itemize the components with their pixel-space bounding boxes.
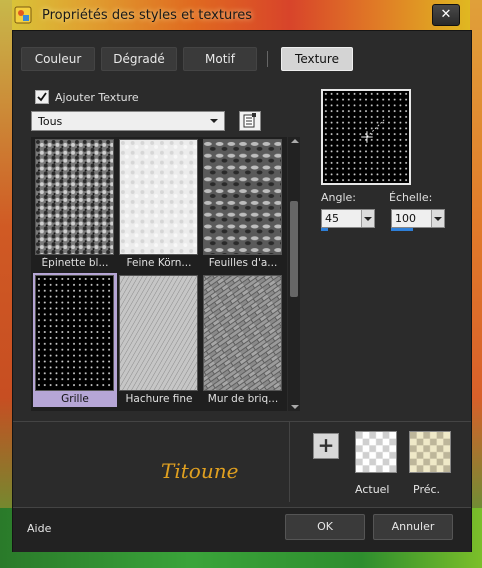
texture-thumbnail (203, 139, 282, 255)
angle-spinner[interactable]: 45 (321, 209, 375, 228)
scale-value: 100 (395, 212, 416, 225)
texture-item[interactable]: Hachure fine (117, 273, 201, 407)
texture-thumbnail (119, 275, 198, 391)
scale-label: Échelle: (389, 191, 433, 204)
texture-browse-icon[interactable] (239, 111, 261, 131)
tab-couleur[interactable]: Couleur (21, 47, 95, 71)
angle-value: 45 (325, 212, 339, 225)
texture-item-label: Feine Körn... (126, 257, 192, 269)
texture-category-select[interactable]: Tous (31, 111, 225, 131)
tab-texture[interactable]: Texture (281, 47, 353, 71)
texture-item[interactable]: Mur de briq... (201, 273, 285, 407)
current-swatch-label: Actuel (355, 483, 390, 496)
texture-grid: Épinette bl... Feine Körn... Feuilles d'… (31, 137, 287, 411)
angle-slider-fill[interactable] (321, 228, 328, 231)
scale-spinner[interactable]: 100 (391, 209, 445, 228)
app-icon (14, 6, 32, 24)
previous-swatch-label: Préc. (413, 483, 441, 496)
texture-item-label: Grille (61, 393, 89, 405)
add-texture-label[interactable]: Ajouter Texture (55, 91, 139, 104)
texture-thumbnail (119, 139, 198, 255)
texture-scrollbar[interactable] (288, 137, 300, 411)
texture-thumbnail (203, 275, 282, 391)
texture-thumbnail (35, 139, 114, 255)
texture-item-label: Mur de briq... (207, 393, 279, 405)
texture-item-label: Hachure fine (125, 393, 193, 405)
current-swatch[interactable] (355, 431, 397, 473)
texture-item-label: Épinette bl... (41, 257, 109, 269)
section-divider (13, 421, 471, 422)
tab-separator (267, 51, 268, 67)
button-bar: Aide OK Annuler (13, 507, 471, 552)
signature-watermark: Titoune (161, 459, 239, 483)
scroll-thumb[interactable] (290, 201, 298, 297)
texture-item-selected[interactable]: Grille (33, 273, 117, 407)
tab-degrade[interactable]: Dégradé (101, 47, 177, 71)
texture-preview (321, 89, 411, 185)
window-frame-left (0, 0, 12, 568)
vertical-divider (289, 422, 290, 502)
spinner-dropdown-icon[interactable] (431, 210, 444, 227)
scale-slider-fill[interactable] (391, 228, 413, 231)
help-link[interactable]: Aide (27, 522, 51, 535)
ok-button[interactable]: OK (285, 514, 365, 540)
spinner-dropdown-icon[interactable] (361, 210, 374, 227)
previous-swatch[interactable] (409, 431, 451, 473)
texture-item-label: Feuilles d'a... (208, 257, 278, 269)
texture-item[interactable]: Feuilles d'a... (201, 137, 285, 271)
angle-label: Angle: (321, 191, 357, 204)
window-title: Propriétés des styles et textures (42, 8, 253, 23)
texture-thumbnail (35, 275, 114, 391)
add-swatch-button[interactable]: + (313, 433, 339, 459)
texture-item[interactable]: Feine Körn... (117, 137, 201, 271)
checkmark-icon (37, 92, 47, 102)
texture-item[interactable]: Épinette bl... (33, 137, 117, 271)
chevron-down-icon (210, 119, 218, 123)
close-icon[interactable]: ✕ (432, 4, 460, 26)
cancel-button[interactable]: Annuler (373, 514, 453, 540)
texture-category-value: Tous (38, 115, 63, 128)
dialog-client: Couleur Dégradé Motif Texture Ajouter Te… (12, 30, 472, 552)
tab-motif[interactable]: Motif (183, 47, 257, 71)
add-texture-checkbox[interactable] (35, 90, 49, 104)
scroll-down-icon[interactable] (291, 405, 299, 409)
scroll-up-icon[interactable] (291, 139, 299, 143)
